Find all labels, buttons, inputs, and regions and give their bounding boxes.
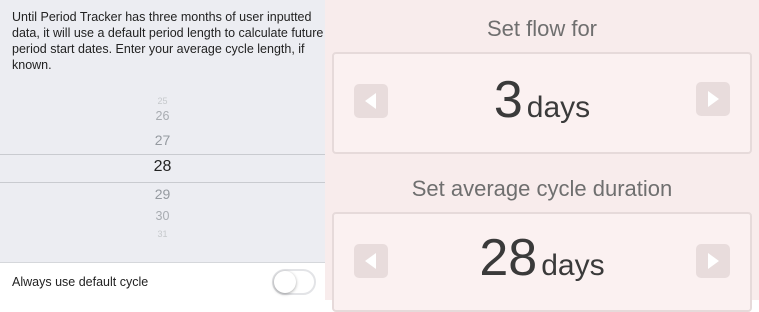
default-cycle-panel: Until Period Tracker has three months of…: [0, 0, 325, 301]
app-screen: Until Period Tracker has three months of…: [0, 0, 759, 312]
cycle-increment-button[interactable]: [696, 244, 730, 278]
flow-unit: days: [526, 91, 591, 124]
flow-heading: Set flow for: [486, 16, 598, 41]
flow-value-display: 3 days: [334, 70, 750, 130]
picker-option[interactable]: 27: [0, 132, 325, 148]
picker-option[interactable]: 31: [0, 229, 325, 239]
flow-value: 3: [493, 71, 523, 129]
default-cycle-toggle-label: Always use default cycle: [12, 275, 149, 289]
picker-option[interactable]: 30: [0, 209, 325, 223]
picker-selected-option[interactable]: 28: [0, 158, 325, 176]
cycle-unit: days: [541, 249, 605, 282]
default-cycle-toggle-row: Always use default cycle: [0, 262, 325, 301]
picker-option[interactable]: 29: [0, 186, 325, 202]
default-cycle-switch[interactable]: [272, 269, 316, 295]
right-arrow-icon: [708, 91, 719, 107]
picker-selection-divider-top: [0, 154, 325, 155]
cycle-stepper: 28 days: [332, 212, 752, 312]
picker-option[interactable]: 26: [0, 109, 325, 123]
flow-increment-button[interactable]: [696, 82, 730, 116]
flow-stepper: 3 days: [332, 52, 752, 154]
cycle-length-picker[interactable]: 25 26 27 28 29 30 31: [0, 88, 325, 254]
switch-knob: [274, 271, 296, 293]
cycle-heading: Set average cycle duration: [411, 176, 673, 201]
right-arrow-icon: [708, 253, 719, 269]
cycle-value: 28: [479, 229, 538, 287]
intro-text: Until Period Tracker has three months of…: [12, 10, 324, 72]
cycle-value-display: 28 days: [334, 228, 750, 288]
picker-option[interactable]: 25: [0, 96, 325, 106]
picker-selection-divider-bottom: [0, 182, 325, 183]
stepper-panel: Set flow for 3 days Set average cycle dur…: [325, 0, 759, 312]
